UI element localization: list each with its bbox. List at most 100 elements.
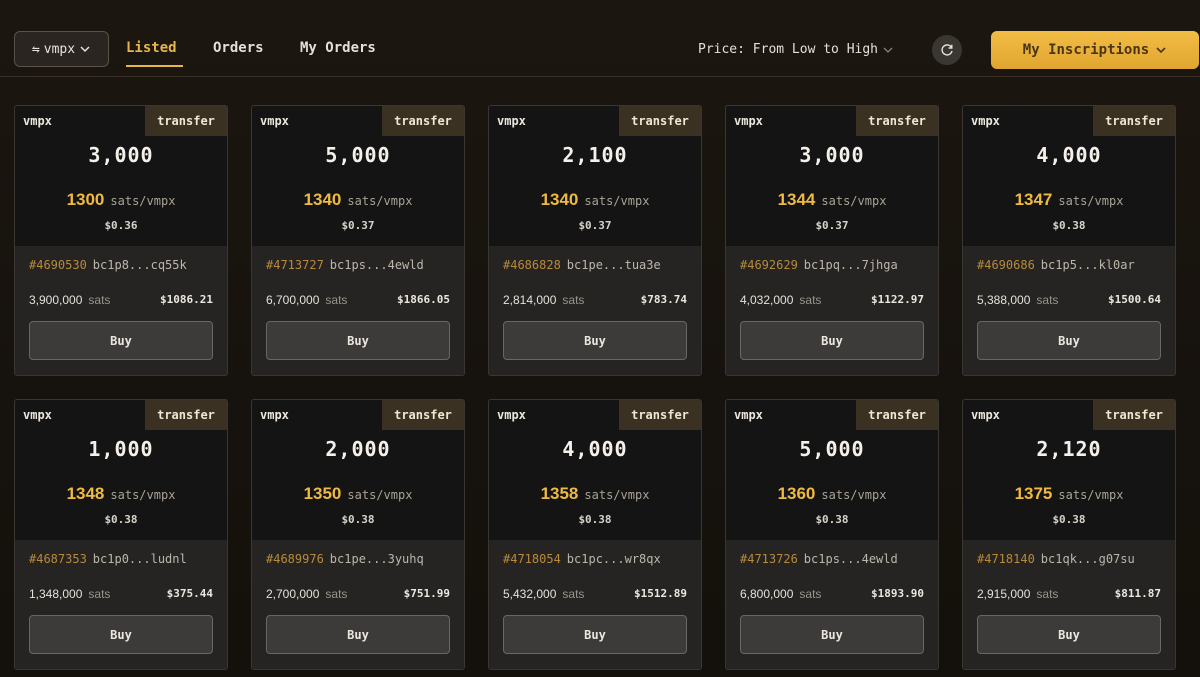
card-footer: #4718140 bc1qk...g07su 2,915,000 sats $811.8… xyxy=(963,540,1175,669)
unit-price: 1340 sats/vmpx xyxy=(252,190,464,210)
buy-button[interactable]: Buy xyxy=(740,321,924,360)
total-sats-unit: sats xyxy=(325,587,348,601)
unit-price: 1358 sats/vmpx xyxy=(489,484,701,504)
total-sats-value: 1,348,000 xyxy=(29,587,83,601)
inscription-info[interactable]: #4718140 bc1qk...g07su xyxy=(977,552,1135,566)
transfer-badge: transfer xyxy=(145,106,227,136)
total-sats: 1,348,000 sats xyxy=(29,587,110,601)
tab-my-orders[interactable]: My Orders xyxy=(300,40,376,56)
unit-price: 1300 sats/vmpx xyxy=(15,190,227,210)
buy-button[interactable]: Buy xyxy=(977,321,1161,360)
refresh-icon xyxy=(941,44,953,56)
unit-price-unit: sats/vmpx xyxy=(110,488,176,502)
inscription-number: #4686828 xyxy=(503,258,561,272)
buy-button[interactable]: Buy xyxy=(29,321,213,360)
unit-price-usd: $0.38 xyxy=(1052,219,1086,232)
unit-price-usd: $0.38 xyxy=(1052,513,1086,526)
transfer-badge: transfer xyxy=(1093,106,1175,136)
inscription-number: #4718054 xyxy=(503,552,561,566)
card-footer: #4713726 bc1ps...4ewld 6,800,000 sats $1893.… xyxy=(726,540,938,669)
inscription-info[interactable]: #4718054 bc1pc...wr8qx xyxy=(503,552,661,566)
inscription-info[interactable]: #4687353 bc1p0...ludnl xyxy=(29,552,187,566)
total-sats-value: 6,700,000 xyxy=(266,293,320,307)
my-inscriptions-button[interactable]: My Inscriptions xyxy=(991,31,1199,69)
buy-button[interactable]: Buy xyxy=(503,321,687,360)
card-footer: #4718054 bc1pc...wr8qx 5,432,000 sats $1512.… xyxy=(489,540,701,669)
transfer-badge: transfer xyxy=(619,106,701,136)
token-amount: 1,000 xyxy=(88,437,154,461)
buy-button[interactable]: Buy xyxy=(740,615,924,654)
unit-price-value: 1348 xyxy=(66,484,105,503)
token-amount: 2,120 xyxy=(1036,437,1102,461)
token-amount: 4,000 xyxy=(562,437,628,461)
inscription-info[interactable]: #4713727 bc1ps...4ewld xyxy=(266,258,424,272)
unit-price-unit: sats/vmpx xyxy=(584,194,650,208)
total-sats-value: 2,915,000 xyxy=(977,587,1031,601)
buy-button[interactable]: Buy xyxy=(29,615,213,654)
total-sats: 2,700,000 sats xyxy=(266,587,347,601)
card-ticker: vmpx xyxy=(497,408,526,422)
total-usd: $1086.21 xyxy=(160,293,213,306)
inscription-info[interactable]: #4686828 bc1pe...tua3e xyxy=(503,258,661,272)
buy-button[interactable]: Buy xyxy=(977,615,1161,654)
buy-button[interactable]: Buy xyxy=(266,615,450,654)
inscription-info[interactable]: #4690686 bc1p5...kl0ar xyxy=(977,258,1135,272)
token-amount: 2,100 xyxy=(562,143,628,167)
card-footer: #4690686 bc1p5...kl0ar 5,388,000 sats $1500.… xyxy=(963,246,1175,375)
inscription-number: #4687353 xyxy=(29,552,87,566)
unit-price-value: 1340 xyxy=(540,190,579,209)
token-amount: 2,000 xyxy=(325,437,391,461)
swap-icon: ⇋ xyxy=(31,41,40,57)
inscription-info[interactable]: #4689976 bc1pe...3yuhq xyxy=(266,552,424,566)
ticker-selector-button[interactable]: ⇋ vmpx xyxy=(14,31,109,67)
total-sats: 5,432,000 sats xyxy=(503,587,584,601)
inscription-info[interactable]: #4713726 bc1ps...4ewld xyxy=(740,552,898,566)
total-usd: $751.99 xyxy=(403,587,450,600)
unit-price-value: 1350 xyxy=(303,484,342,503)
seller-address: bc1pq...7jhga xyxy=(803,258,898,272)
seller-address: bc1p5...kl0ar xyxy=(1040,258,1135,272)
buy-button[interactable]: Buy xyxy=(503,615,687,654)
tab-listed[interactable]: Listed xyxy=(126,40,177,56)
card-ticker: vmpx xyxy=(971,114,1000,128)
card-ticker: vmpx xyxy=(260,114,289,128)
tab-orders[interactable]: Orders xyxy=(213,40,264,56)
total-sats-value: 2,700,000 xyxy=(266,587,320,601)
unit-price-unit: sats/vmpx xyxy=(1058,488,1124,502)
inscription-number: #4713727 xyxy=(266,258,324,272)
card-footer: #4713727 bc1ps...4ewld 6,700,000 sats $1866.… xyxy=(252,246,464,375)
inscription-number: #4689976 xyxy=(266,552,324,566)
inscription-info[interactable]: #4690530 bc1p8...cq55k xyxy=(29,258,187,272)
active-tab-indicator xyxy=(126,65,183,67)
transfer-badge: transfer xyxy=(1093,400,1175,430)
total-sats-unit: sats xyxy=(799,587,822,601)
inscription-number: #4690686 xyxy=(977,258,1035,272)
unit-price-usd: $0.37 xyxy=(815,219,849,232)
total-sats-value: 6,800,000 xyxy=(740,587,794,601)
buy-button[interactable]: Buy xyxy=(266,321,450,360)
total-usd: $1893.90 xyxy=(871,587,924,600)
inscription-number: #4692629 xyxy=(740,258,798,272)
transfer-badge: transfer xyxy=(619,400,701,430)
unit-price-value: 1358 xyxy=(540,484,579,503)
inscription-info[interactable]: #4692629 bc1pq...7jhga xyxy=(740,258,898,272)
inscription-number: #4690530 xyxy=(29,258,87,272)
transfer-badge: transfer xyxy=(382,106,464,136)
total-sats: 2,814,000 sats xyxy=(503,293,584,307)
inscription-number: #4718140 xyxy=(977,552,1035,566)
chevron-down-icon xyxy=(883,47,893,53)
ticker-selector-label: vmpx xyxy=(43,41,76,57)
total-usd: $783.74 xyxy=(640,293,687,306)
total-usd: $1866.05 xyxy=(397,293,450,306)
refresh-button[interactable] xyxy=(932,35,962,65)
unit-price-usd: $0.38 xyxy=(341,513,375,526)
unit-price: 1347 sats/vmpx xyxy=(963,190,1175,210)
unit-price-unit: sats/vmpx xyxy=(584,488,650,502)
seller-address: bc1ps...4ewld xyxy=(803,552,898,566)
sort-dropdown[interactable]: Price: From Low to High xyxy=(698,42,894,57)
listing-card: vmpx transfer 4,000 1358 sats/vmpx $0.38 #4718… xyxy=(488,399,702,670)
card-footer: #4687353 bc1p0...ludnl 1,348,000 sats $375.4… xyxy=(15,540,227,669)
unit-price: 1360 sats/vmpx xyxy=(726,484,938,504)
unit-price-usd: $0.38 xyxy=(815,513,849,526)
card-footer: #4686828 bc1pe...tua3e 2,814,000 sats $783.7… xyxy=(489,246,701,375)
